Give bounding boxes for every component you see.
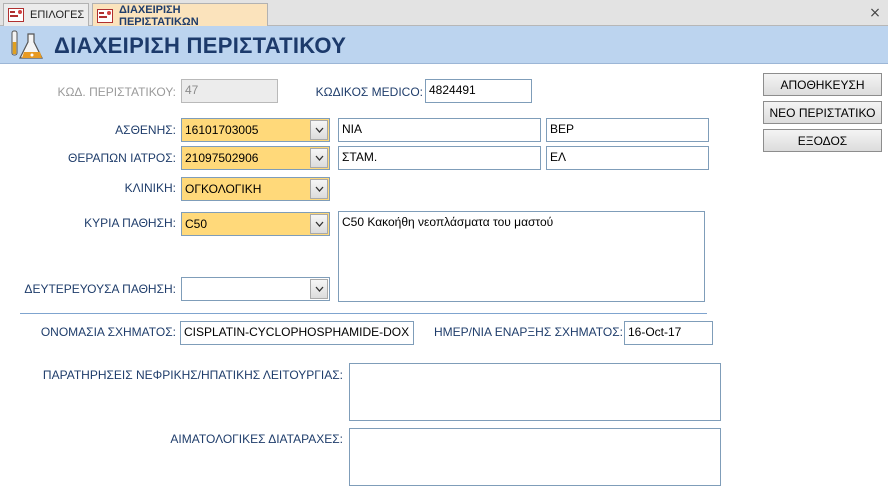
chevron-down-icon[interactable] [310, 120, 328, 140]
tab-case-management[interactable]: ΔΙΑΧΕΙΡΙΣΗ ΠΕΡΙΣΤΑΤΙΚΩΝ [92, 3, 268, 28]
secondary-condition-combo[interactable] [181, 277, 330, 301]
doctor-combo[interactable]: 21097502906 [181, 146, 330, 170]
clinic-label: ΚΛΙΝΙΚΗ: [124, 181, 176, 195]
main-condition-description[interactable]: C50 Κακοήθη νεοπλάσματα του μαστού [338, 211, 705, 302]
lab-flask-icon [6, 28, 46, 62]
renal-notes-label: ΠΑΡΑΤΗΡΗΣΕΙΣ ΝΕΦΡΙΚΗΣ/ΗΠΑΤΙΚΗΣ ΛΕΙΤΟΥΡΓΙ… [42, 368, 343, 382]
chevron-down-icon[interactable] [310, 179, 328, 199]
form-icon [8, 8, 24, 22]
patient-combo[interactable]: 16101703005 [181, 118, 330, 142]
main-condition-combo-value: C50 [185, 217, 208, 231]
page-title: ΔΙΑΧΕΙΡΙΣΗ ΠΕΡΙΣΤΑΤΙΚΟΥ [54, 33, 347, 58]
patient-combo-value: 16101703005 [185, 123, 259, 137]
scheme-start-label: ΗΜΕΡ/ΝΙΑ ΕΝΑΡΞΗΣ ΣΧΗΜΑΤΟΣ: [434, 325, 623, 339]
doctor-label: ΘΕΡΑΠΩΝ ΙΑΤΡΟΣ: [68, 151, 176, 165]
form-header: ΔΙΑΧΕΙΡΙΣΗ ΠΕΡΙΣΤΑΤΙΚΟΥ [0, 26, 888, 64]
clinic-combo-value: ΟΓΚΟΛΟΓΙΚΗ [185, 182, 262, 196]
renal-notes-field[interactable] [349, 363, 721, 421]
tab-label: ΕΠΙΛΟΓΕΣ [30, 9, 85, 21]
doctor-combo-value: 21097502906 [185, 151, 259, 165]
doctor-first-name-field[interactable]: ΣΤΑΜ. [338, 146, 541, 170]
chevron-down-icon[interactable] [310, 214, 328, 234]
scheme-name-field[interactable]: CISPLATIN-CYCLOPHOSPHAMIDE-DOX [180, 321, 414, 345]
scheme-name-label: ΟΝΟΜΑΣΙΑ ΣΧΗΜΑΤΟΣ: [40, 325, 176, 339]
medico-code-label: ΚΩΔΙΚΟΣ MEDICO: [315, 85, 423, 99]
new-case-button[interactable]: ΝΕΟ ΠΕΡΙΣΤΑΤΙΚΟ [763, 101, 882, 124]
doctor-last-name-field[interactable]: ΕΛ [546, 146, 709, 170]
main-condition-combo[interactable]: C50 [181, 212, 330, 236]
form-icon [97, 8, 113, 23]
case-code-field: 47 [181, 79, 278, 103]
tab-label: ΔΙΑΧΕΙΡΙΣΗ ΠΕΡΙΣΤΑΤΙΚΩΝ [119, 3, 199, 28]
chevron-down-icon[interactable] [310, 148, 328, 168]
medico-code-field[interactable]: 4824491 [425, 79, 532, 103]
document-tab-strip: ΕΠΙΛΟΓΕΣ ΔΙΑΧΕΙΡΙΣΗ ΠΕΡΙΣΤΑΤΙΚΩΝ × [0, 0, 888, 28]
save-button[interactable]: ΑΠΟΘΗΚΕΥΣΗ [763, 73, 882, 96]
patient-last-name-field[interactable]: ΒΕΡ [546, 118, 709, 142]
clinic-combo[interactable]: ΟΓΚΟΛΟΓΙΚΗ [181, 177, 330, 201]
chevron-down-icon[interactable] [310, 279, 328, 299]
scheme-start-field[interactable]: 16-Oct-17 [624, 321, 713, 345]
secondary-condition-label: ΔΕΥΤΕΡΕΥΟΥΣΑ ΠΑΘΗΣΗ: [24, 282, 176, 296]
case-code-label: ΚΩΔ. ΠΕΡΙΣΤΑΤΙΚΟΥ: [57, 85, 176, 99]
close-icon[interactable]: × [868, 6, 882, 20]
tab-options[interactable]: ΕΠΙΛΟΓΕΣ [3, 3, 89, 26]
main-condition-label: ΚΥΡΙΑ ΠΑΘΗΣΗ: [84, 216, 176, 230]
hematology-field[interactable] [349, 428, 721, 486]
hematology-label: ΑΙΜΑΤΟΛΟΓΙΚΕΣ ΔΙΑΤΑΡΑΧΕΣ: [170, 432, 343, 446]
patient-label: ΑΣΘΕΝΗΣ: [115, 123, 176, 137]
exit-button[interactable]: ΕΞΟΔΟΣ [763, 129, 882, 152]
section-divider [20, 313, 707, 314]
patient-first-name-field[interactable]: ΝΙΑ [338, 118, 541, 142]
